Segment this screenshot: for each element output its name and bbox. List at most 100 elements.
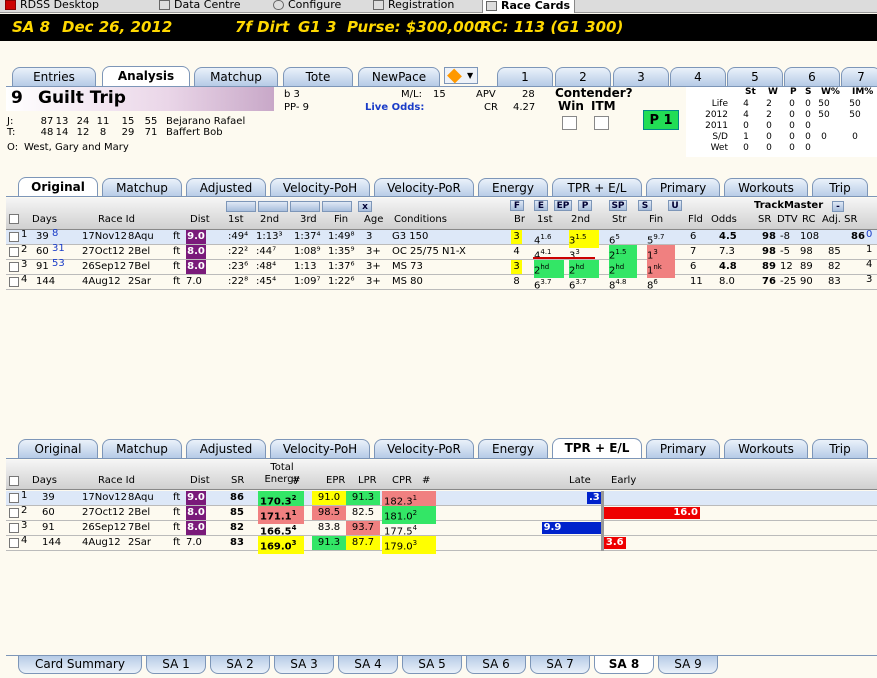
horse-number: 9 bbox=[11, 88, 23, 108]
tab-matchup-pp[interactable]: Matchup bbox=[102, 439, 182, 458]
table-row[interactable]: 4 144 4Aug12 2Sar ft 7.0 83 169.03 91.3 87.7 179.0… bbox=[6, 535, 877, 555]
ml-value: 15 bbox=[433, 89, 446, 100]
distance: 7.0 bbox=[186, 276, 202, 287]
tab-tpr-el[interactable]: TPR + E/L bbox=[552, 438, 642, 458]
tab-tpr-el[interactable]: TPR + E/L bbox=[552, 178, 642, 197]
tab-primary[interactable]: Primary bbox=[646, 439, 720, 458]
collapse-button[interactable]: - bbox=[832, 201, 844, 212]
stretch-margin: 1.5 bbox=[615, 248, 627, 256]
days-value: 60 bbox=[36, 246, 49, 257]
tab-sa-6[interactable]: SA 6 bbox=[466, 656, 526, 674]
filter-e-button[interactable]: E bbox=[534, 200, 548, 211]
tab-sa-9[interactable]: SA 9 bbox=[658, 656, 718, 674]
registration-tab[interactable]: Registration bbox=[370, 0, 458, 13]
tab-sa-5[interactable]: SA 5 bbox=[402, 656, 462, 674]
tab-energy[interactable]: Energy bbox=[478, 439, 548, 458]
filter-u-button[interactable]: U bbox=[668, 200, 682, 211]
record-header: St bbox=[745, 87, 756, 97]
filter-ep-button[interactable]: EP bbox=[554, 200, 572, 211]
tab-horse-6[interactable]: 6 bbox=[784, 67, 840, 86]
tab-velocity-poh[interactable]: Velocity-PoH bbox=[270, 178, 370, 197]
row-checkbox[interactable] bbox=[9, 523, 19, 533]
tab-workouts[interactable]: Workouts bbox=[724, 178, 808, 197]
tab-velocity-por[interactable]: Velocity-PoR bbox=[374, 439, 474, 458]
tab-newpace[interactable]: NewPace bbox=[358, 67, 440, 86]
record-row-label: 2012 bbox=[705, 110, 728, 120]
data-centre-tab[interactable]: Data Centre bbox=[156, 0, 245, 13]
adj-sr: 85 bbox=[828, 246, 841, 257]
sort-button[interactable] bbox=[226, 201, 256, 212]
tab-sa-8[interactable]: SA 8 bbox=[594, 656, 654, 674]
horse-name: Guilt Trip bbox=[38, 88, 126, 108]
tab-horse-3[interactable]: 3 bbox=[613, 67, 669, 86]
tab-adjusted[interactable]: Adjusted bbox=[186, 178, 266, 197]
cpr-rank: 1 bbox=[412, 494, 418, 502]
row-checkbox[interactable] bbox=[9, 508, 19, 518]
tab-sa-4[interactable]: SA 4 bbox=[338, 656, 398, 674]
tab-workouts[interactable]: Workouts bbox=[724, 439, 808, 458]
tab-horse-4[interactable]: 4 bbox=[670, 67, 726, 86]
row-checkbox[interactable] bbox=[9, 247, 19, 257]
table-row[interactable]: 3 91 53 26Sep12 7Bel ft 8.0:23⁶:48⁴ 1:13 1:37⁶ 3+… bbox=[6, 258, 877, 279]
tab-horse-2[interactable]: 2 bbox=[555, 67, 611, 86]
days-value: 91 bbox=[36, 261, 49, 272]
race-id: 2Sar bbox=[128, 276, 151, 287]
filter-f-button[interactable]: F bbox=[510, 200, 524, 211]
sort-button[interactable] bbox=[322, 201, 352, 212]
row-checkbox[interactable] bbox=[9, 493, 19, 503]
color-picker-button[interactable]: ▼ bbox=[444, 67, 478, 84]
select-all-checkbox[interactable] bbox=[9, 214, 19, 224]
sort-button[interactable] bbox=[258, 201, 288, 212]
days-value: 144 bbox=[42, 537, 62, 548]
tab-horse-5[interactable]: 5 bbox=[727, 67, 783, 86]
tab-tote[interactable]: Tote bbox=[283, 67, 353, 86]
filter-sp-button[interactable]: SP bbox=[609, 200, 627, 211]
table-row[interactable]: 3 91 26Sep12 7Bel ft 8.0 82 166.54 83.8 93.7 177.5… bbox=[6, 520, 877, 537]
itm-checkbox[interactable] bbox=[594, 116, 609, 130]
break: 3 bbox=[511, 230, 522, 244]
tab-matchup-pp[interactable]: Matchup bbox=[102, 178, 182, 197]
select-all-checkbox[interactable] bbox=[9, 476, 19, 486]
filter-p-button[interactable]: P bbox=[578, 200, 592, 211]
tab-trip[interactable]: Trip bbox=[812, 178, 868, 197]
fraction-2nd: :44⁷ bbox=[256, 246, 277, 257]
tab-adjusted[interactable]: Adjusted bbox=[186, 439, 266, 458]
trainer-stat: 29 bbox=[121, 127, 135, 138]
tab-energy[interactable]: Energy bbox=[478, 178, 548, 197]
sort-button[interactable] bbox=[290, 201, 320, 212]
row-checkbox[interactable] bbox=[9, 538, 19, 548]
tab-matchup[interactable]: Matchup bbox=[194, 67, 278, 86]
tab-original[interactable]: Original bbox=[18, 177, 98, 197]
table-row[interactable]: 2 60 31 27Oct12 2Bel ft 8.0:22²:44⁷ 1:08⁹ 1:35⁹ 3… bbox=[6, 243, 877, 264]
tab-analysis[interactable]: Analysis bbox=[102, 66, 190, 86]
tab-velocity-por[interactable]: Velocity-PoR bbox=[374, 178, 474, 197]
tab-horse-1[interactable]: 1 bbox=[497, 67, 553, 86]
race-cards-tab[interactable]: Race Cards bbox=[482, 0, 576, 13]
tab-original[interactable]: Original bbox=[18, 439, 98, 458]
table-row[interactable]: 2 60 27Oct12 2Bel ft 8.0 85 171.11 98.5 82.5 181.0… bbox=[6, 505, 877, 525]
table-row[interactable]: 4 144 4Aug12 2Sar ft 7.0:22⁸:45⁴ 1:09⁷ 1:22⁶ 3+ M… bbox=[6, 274, 877, 291]
tab-entries[interactable]: Entries bbox=[12, 67, 96, 86]
configure-tab[interactable]: Configure bbox=[270, 0, 345, 13]
tab-card-summary[interactable]: Card Summary bbox=[18, 656, 142, 674]
tab-sa-7[interactable]: SA 7 bbox=[530, 656, 590, 674]
tab-sa-1[interactable]: SA 1 bbox=[146, 656, 206, 674]
energy-bar: 16.0 bbox=[604, 507, 700, 519]
tab-trip[interactable]: Trip bbox=[812, 439, 868, 458]
table-row[interactable]: 1 39 8 17Nov12 8Aqu ft 9.0:49⁴ 1:13³ 1:37⁴ 1:49⁸ 3… bbox=[6, 228, 877, 249]
row-checkbox[interactable] bbox=[9, 232, 19, 242]
tab-velocity-poh[interactable]: Velocity-PoH bbox=[270, 439, 370, 458]
tab-sa-2[interactable]: SA 2 bbox=[210, 656, 270, 674]
row-checkbox[interactable] bbox=[9, 277, 19, 287]
filter-s-button[interactable]: S bbox=[638, 200, 652, 211]
tab-sa-3[interactable]: SA 3 bbox=[274, 656, 334, 674]
col-conditions: Conditions bbox=[394, 214, 447, 225]
col-2nd: 2nd bbox=[260, 214, 280, 225]
table-row[interactable]: 1 39 17Nov12 8Aqu ft 9.0 86 170.32 91.0 91.3 182.3… bbox=[6, 490, 877, 510]
close-icon[interactable]: x bbox=[358, 201, 372, 212]
row-checkbox[interactable] bbox=[9, 262, 19, 272]
tab-primary[interactable]: Primary bbox=[646, 178, 720, 197]
rdss-desktop-tab[interactable]: RDSS Desktop bbox=[2, 0, 103, 13]
tab-horse-7[interactable]: 7 bbox=[841, 67, 877, 86]
win-checkbox[interactable] bbox=[562, 116, 577, 130]
